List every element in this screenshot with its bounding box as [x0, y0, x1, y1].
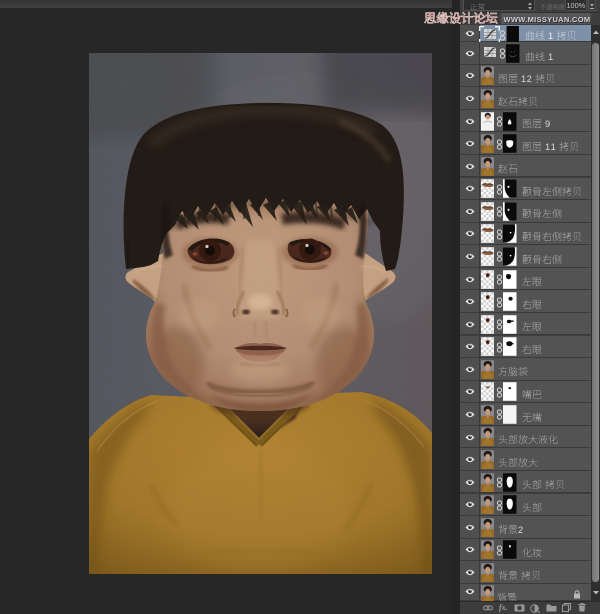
svg-text:1: 1	[548, 31, 553, 41]
svg-text:2: 2	[518, 526, 523, 536]
svg-text:2: 2	[527, 74, 532, 84]
svg-text:9: 9	[545, 119, 550, 129]
svg-text:1: 1	[545, 142, 550, 152]
svg-text:1: 1	[521, 74, 526, 84]
svg-text:1: 1	[548, 52, 553, 62]
svg-text:1: 1	[551, 142, 556, 152]
